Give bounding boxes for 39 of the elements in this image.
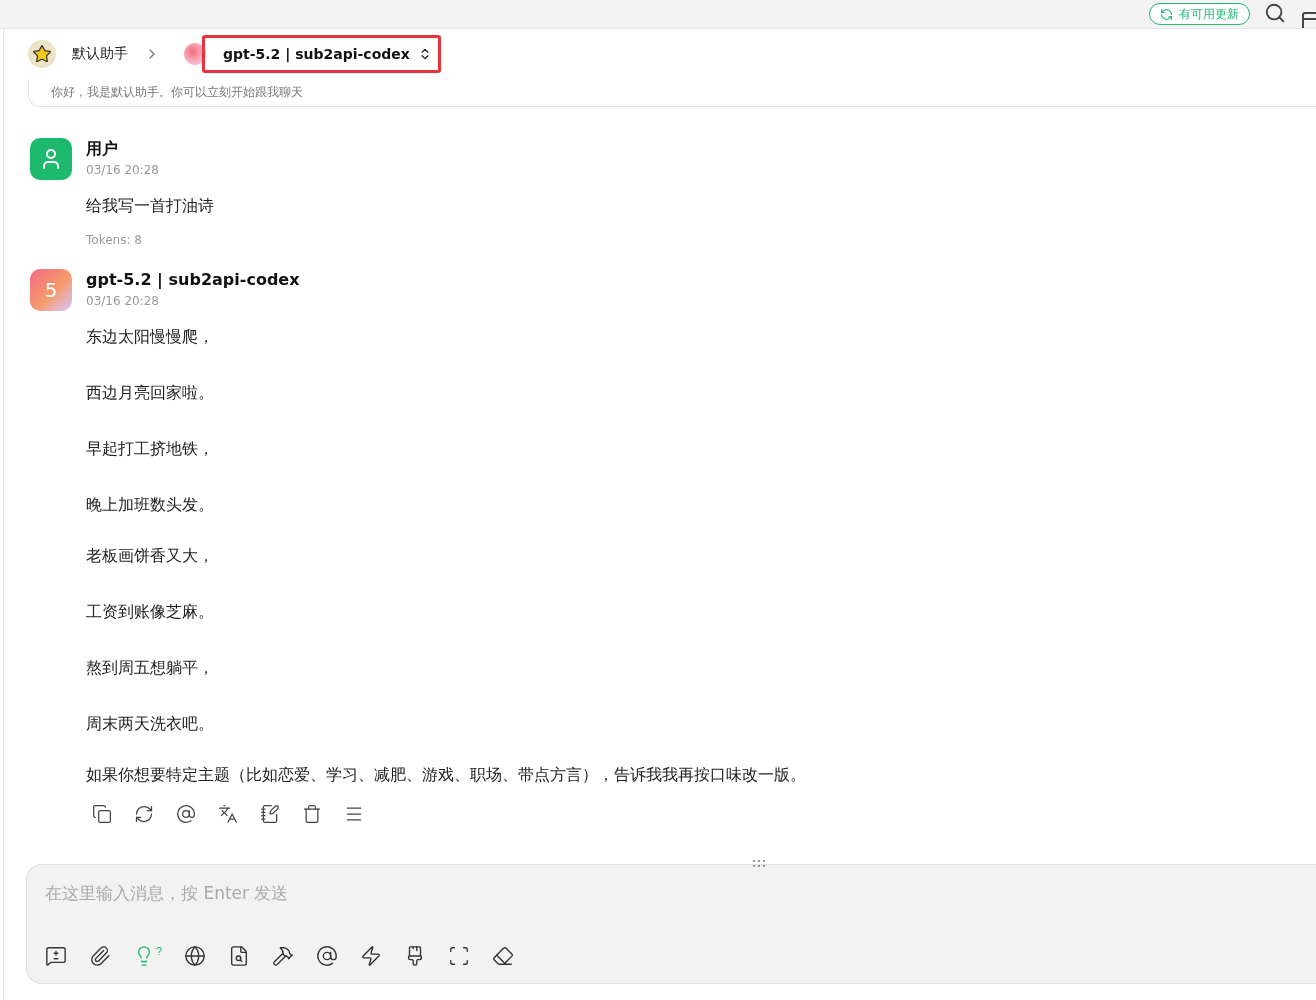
message-text: 如果你想要特定主题（比如恋爱、学习、减肥、游戏、职场、带点方言），告诉我我再按口味改一版。 bbox=[86, 764, 806, 786]
lightning-icon[interactable] bbox=[360, 945, 383, 967]
message-time: 03/16 20:28 bbox=[86, 294, 160, 308]
message-text: 东边太阳慢慢爬， bbox=[86, 326, 215, 348]
notebook-pen-icon[interactable] bbox=[260, 804, 280, 824]
token-count: Tokens: 8 bbox=[86, 233, 143, 247]
message-text: 周末两天洗衣吧。 bbox=[86, 713, 215, 735]
author-name: gpt-5.2 | sub2api-codex bbox=[86, 269, 301, 291]
message-text: 工资到账像芝麻。 bbox=[86, 601, 215, 623]
message-text: 西边月亮回家啦。 bbox=[86, 382, 215, 404]
translate-icon[interactable] bbox=[218, 804, 238, 824]
message-text: 熬到周五想躺平， bbox=[86, 657, 215, 679]
model-avatar: 5 bbox=[30, 269, 72, 311]
message-text: 给我写一首打油诗 bbox=[86, 195, 214, 217]
author-name: 用户 bbox=[86, 138, 119, 160]
refresh-icon[interactable] bbox=[134, 804, 154, 824]
search-icon[interactable] bbox=[1264, 2, 1286, 24]
copy-icon[interactable] bbox=[92, 804, 112, 824]
refresh-icon bbox=[1160, 7, 1173, 21]
message-time: 03/16 20:28 bbox=[86, 163, 160, 177]
fullscreen-icon[interactable] bbox=[448, 945, 471, 967]
message-text: 晚上加班数头发。 bbox=[86, 494, 215, 516]
user-avatar bbox=[30, 138, 72, 180]
at-sign-icon[interactable] bbox=[176, 804, 196, 824]
trash-icon[interactable] bbox=[302, 804, 322, 824]
at-sign-icon[interactable] bbox=[316, 945, 339, 967]
paperclip-icon[interactable] bbox=[89, 945, 111, 967]
greeting-text: 你好，我是默认助手。你可以立刻开始跟我聊天 bbox=[51, 86, 303, 98]
drag-handle-icon[interactable] bbox=[753, 859, 765, 867]
eraser-icon[interactable] bbox=[492, 945, 515, 967]
globe-icon[interactable] bbox=[184, 945, 207, 967]
hammer-icon[interactable] bbox=[272, 945, 295, 967]
assistant-name[interactable]: 默认助手 bbox=[72, 45, 128, 63]
message-text: 早起打工挤地铁， bbox=[86, 438, 215, 460]
assistant-avatar bbox=[28, 40, 56, 68]
model-selector[interactable]: gpt-5.2 | sub2api-codex bbox=[202, 35, 441, 73]
message-input[interactable]: 在这里输入消息，按 Enter 发送 bbox=[45, 883, 1316, 903]
message-plus-minus-icon[interactable] bbox=[45, 945, 67, 967]
message-text: 老板画饼香又大， bbox=[86, 545, 215, 567]
